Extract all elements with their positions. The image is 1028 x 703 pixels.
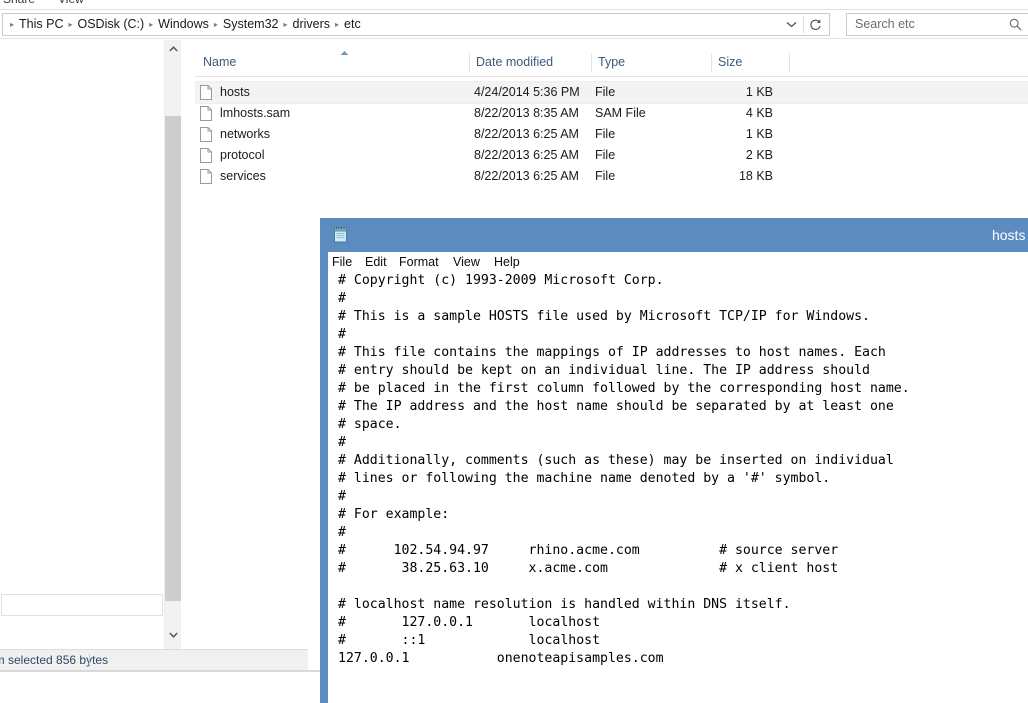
breadcrumb-item-osdisk[interactable]: OSDisk (C:): [73, 14, 148, 35]
ribbon-tab-share[interactable]: Share: [3, 0, 35, 6]
chevron-up-icon: [169, 46, 178, 52]
navigation-pane-item[interactable]: [1, 594, 163, 616]
status-bar: 1 item selected 856 bytes: [0, 649, 308, 671]
cell-type: File: [595, 145, 615, 166]
scroll-down-button[interactable]: [165, 626, 181, 643]
window-border-left: [320, 218, 328, 703]
status-bar-text: 1 item selected 856 bytes: [0, 650, 108, 671]
status-bar-divider: [89, 654, 90, 667]
desktop-background: [0, 672, 320, 703]
menu-item-view[interactable]: View: [453, 252, 480, 272]
scroll-up-button[interactable]: [165, 40, 181, 57]
navigation-pane[interactable]: [0, 40, 165, 648]
cell-date-modified: 8/22/2013 8:35 AM: [474, 103, 579, 124]
column-divider[interactable]: [469, 53, 470, 72]
refresh-button[interactable]: [804, 14, 827, 35]
column-divider[interactable]: [711, 53, 712, 72]
cell-name: networks: [220, 124, 270, 145]
notepad-menu-bar: File Edit Format View Help: [328, 252, 1028, 272]
cell-type: File: [595, 166, 615, 187]
search-placeholder: Search etc: [855, 14, 915, 35]
table-row[interactable]: networks 8/22/2013 6:25 AM File 1 KB: [195, 124, 1028, 145]
address-history-dropdown-button[interactable]: [779, 14, 803, 35]
file-icon: [200, 127, 212, 142]
column-header-type[interactable]: Type: [598, 50, 625, 75]
ribbon-tabs: Share View: [0, 0, 1028, 9]
table-row[interactable]: services 8/22/2013 6:25 AM File 18 KB: [195, 166, 1028, 187]
notepad-body: File Edit Format View Help # Copyright (…: [328, 252, 1028, 703]
notepad-icon: [332, 226, 350, 244]
column-header-size[interactable]: Size: [718, 50, 742, 75]
refresh-icon: [809, 18, 822, 31]
cell-type: File: [595, 124, 615, 145]
column-header-date-modified[interactable]: Date modified: [476, 50, 553, 75]
breadcrumb-item-this-pc[interactable]: This PC: [15, 14, 67, 35]
breadcrumb-item-etc[interactable]: etc: [340, 14, 365, 35]
breadcrumb-item-system32[interactable]: System32: [219, 14, 283, 35]
menu-item-edit[interactable]: Edit: [365, 252, 387, 272]
cell-size: 4 KB: [695, 103, 773, 124]
file-icon: [200, 106, 212, 121]
cell-date-modified: 8/22/2013 6:25 AM: [474, 166, 579, 187]
breadcrumb-item-drivers[interactable]: drivers: [289, 14, 335, 35]
notepad-title-text: hosts -: [992, 218, 1028, 252]
column-divider[interactable]: [591, 53, 592, 72]
scrollbar-thumb[interactable]: [165, 116, 181, 601]
file-icon: [200, 85, 212, 100]
cell-size: 1 KB: [695, 124, 773, 145]
file-icon: [200, 148, 212, 163]
cell-size: 18 KB: [695, 166, 773, 187]
cell-type: File: [595, 82, 615, 103]
cell-date-modified: 8/22/2013 6:25 AM: [474, 124, 579, 145]
menu-item-file[interactable]: File: [332, 252, 352, 272]
search-input[interactable]: Search etc: [846, 13, 1028, 36]
chevron-down-icon: [786, 21, 797, 28]
breadcrumb: ▸ This PC ▸ OSDisk (C:) ▸ Windows ▸ Syst…: [9, 14, 365, 35]
chevron-down-icon: [169, 632, 178, 638]
ribbon-tab-view[interactable]: View: [58, 0, 84, 6]
notepad-window: hosts - File Edit Format View Help # Cop…: [320, 218, 1028, 703]
screen: Share View ▸ This PC ▸ OSDisk (C:) ▸ Win…: [0, 0, 1028, 703]
column-headers: Name Date modified Type Size: [195, 50, 1028, 77]
table-row[interactable]: protocol 8/22/2013 6:25 AM File 2 KB: [195, 145, 1028, 166]
cell-date-modified: 8/22/2013 6:25 AM: [474, 145, 579, 166]
cell-name: protocol: [220, 145, 264, 166]
cell-size: 2 KB: [695, 145, 773, 166]
address-bar-row: ▸ This PC ▸ OSDisk (C:) ▸ Windows ▸ Syst…: [0, 10, 1028, 38]
sort-ascending-icon: [340, 50, 349, 56]
menu-item-help[interactable]: Help: [494, 252, 520, 272]
address-bar[interactable]: ▸ This PC ▸ OSDisk (C:) ▸ Windows ▸ Syst…: [2, 13, 830, 36]
column-header-name[interactable]: Name: [203, 50, 236, 75]
notepad-title-bar[interactable]: hosts -: [320, 218, 1028, 252]
cell-type: SAM File: [595, 103, 646, 124]
file-icon: [200, 169, 212, 184]
cell-name: lmhosts.sam: [220, 103, 290, 124]
cell-size: 1 KB: [695, 82, 773, 103]
notepad-text-area[interactable]: # Copyright (c) 1993-2009 Microsoft Corp…: [338, 272, 1028, 703]
address-bar-bottom-divider: [0, 38, 1028, 39]
cell-name: hosts: [220, 82, 250, 103]
search-icon: [1009, 18, 1022, 31]
table-row[interactable]: lmhosts.sam 8/22/2013 8:35 AM SAM File 4…: [195, 103, 1028, 124]
table-row[interactable]: hosts 4/24/2014 5:36 PM File 1 KB: [195, 81, 1028, 104]
breadcrumb-item-windows[interactable]: Windows: [154, 14, 213, 35]
cell-name: services: [220, 166, 266, 187]
column-divider[interactable]: [789, 53, 790, 72]
menu-item-format[interactable]: Format: [399, 252, 439, 272]
navigation-pane-scrollbar[interactable]: [165, 40, 181, 655]
cell-date-modified: 4/24/2014 5:36 PM: [474, 82, 580, 103]
